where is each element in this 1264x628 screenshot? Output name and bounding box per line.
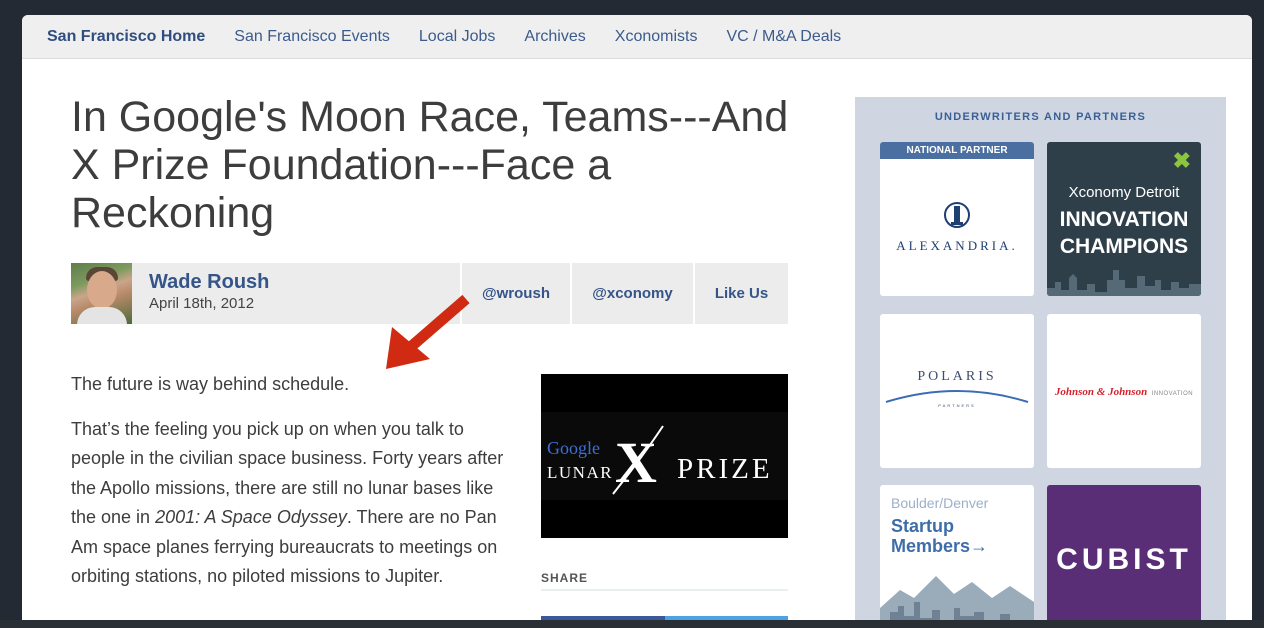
nav-local-jobs[interactable]: Local Jobs xyxy=(419,28,496,46)
jj-innovation: INNOVATION xyxy=(1151,391,1194,397)
nav-vc-deals[interactable]: VC / M&A Deals xyxy=(726,28,841,46)
jj-logo: Johnson & Johnson INNOVATION xyxy=(1047,382,1201,400)
partner-cubist[interactable]: CUBIST xyxy=(1047,485,1201,628)
members-line: Members→ xyxy=(891,536,989,556)
article-title: In Google's Moon Race, Teams---And X Pri… xyxy=(71,93,789,237)
alexandria-lighthouse-icon xyxy=(944,202,970,228)
detroit-line-3: CHAMPIONS xyxy=(1059,235,1189,258)
detroit-line-1: Xconomy Detroit xyxy=(1068,184,1180,201)
article-date: April 18th, 2012 xyxy=(149,295,255,312)
partner-xconomy-detroit[interactable]: ✖ Xconomy Detroit INNOVATION CHAMPIONS xyxy=(1047,142,1201,296)
boulder-denver-label: Boulder/Denver xyxy=(891,495,989,511)
share-heading: SHARE xyxy=(541,571,589,585)
sidebar-title: UNDERWRITERS AND PARTNERS xyxy=(934,111,1147,123)
xconomy-x-icon: ✖ xyxy=(1172,148,1191,173)
partners-sidebar: UNDERWRITERS AND PARTNERS NATIONAL PARTN… xyxy=(855,97,1226,628)
browser-page: San Francisco Home San Francisco Events … xyxy=(22,15,1252,628)
twitter-author-link[interactable]: @wroush xyxy=(460,263,570,324)
lunar-x-prize-image[interactable]: Google LUNAR X PRIZE xyxy=(541,374,788,538)
top-navigation: San Francisco Home San Francisco Events … xyxy=(22,15,1252,59)
nav-xconomists[interactable]: Xconomists xyxy=(615,28,698,46)
polaris-swoosh-icon xyxy=(885,390,1029,403)
twitter-site-link[interactable]: @xconomy xyxy=(570,263,693,324)
nav-archives[interactable]: Archives xyxy=(524,28,585,46)
article-body: The future is way behind schedule. That’… xyxy=(71,370,521,607)
national-partner-label: NATIONAL PARTNER xyxy=(880,142,1034,159)
cubist-text: CUBIST xyxy=(1056,543,1192,576)
share-divider xyxy=(541,589,788,591)
nav-san-francisco-events[interactable]: San Francisco Events xyxy=(234,28,390,46)
logo-lunar: LUNAR xyxy=(547,463,613,482)
alexandria-text: ALEXANDRIA. xyxy=(896,238,1018,253)
startup-line: Startup xyxy=(891,516,954,536)
red-arrow-icon xyxy=(386,294,470,369)
partner-johnson-johnson[interactable]: Johnson & Johnson INNOVATION xyxy=(1047,314,1201,468)
author-avatar[interactable] xyxy=(71,263,132,324)
avatar-face xyxy=(87,271,117,309)
like-us-link[interactable]: Like Us xyxy=(693,263,788,324)
window-bottom-bar xyxy=(0,620,1264,628)
paragraph-2: That’s the feeling you pick up on when y… xyxy=(71,415,521,592)
paragraph-2-italic: 2001: A Space Odyssey xyxy=(155,507,347,527)
logo-prize: PRIZE xyxy=(677,453,773,485)
lunar-x-prize-logo: Google LUNAR X PRIZE xyxy=(541,374,788,538)
detroit-line-2: INNOVATION xyxy=(1059,208,1189,231)
partner-alexandria[interactable]: NATIONAL PARTNER ALEXANDRIA. xyxy=(880,142,1034,296)
polaris-sub-text: PARTNERS xyxy=(938,403,976,408)
mountain-skyline-icon xyxy=(880,576,1034,628)
polaris-text: POLARIS xyxy=(917,369,997,384)
partner-polaris[interactable]: POLARIS PARTNERS xyxy=(880,314,1034,468)
detroit-skyline-icon xyxy=(1047,270,1201,296)
paragraph-1: The future is way behind schedule. xyxy=(71,374,350,394)
jj-brand: Johnson & Johnson xyxy=(1054,386,1148,398)
partner-boulder-denver[interactable]: Boulder/Denver Startup Members→ xyxy=(880,485,1034,628)
logo-x: X xyxy=(615,430,657,495)
logo-google: Google xyxy=(547,438,600,458)
avatar-shirt xyxy=(77,307,127,324)
nav-san-francisco-home[interactable]: San Francisco Home xyxy=(47,28,205,46)
author-name[interactable]: Wade Roush xyxy=(149,271,269,294)
